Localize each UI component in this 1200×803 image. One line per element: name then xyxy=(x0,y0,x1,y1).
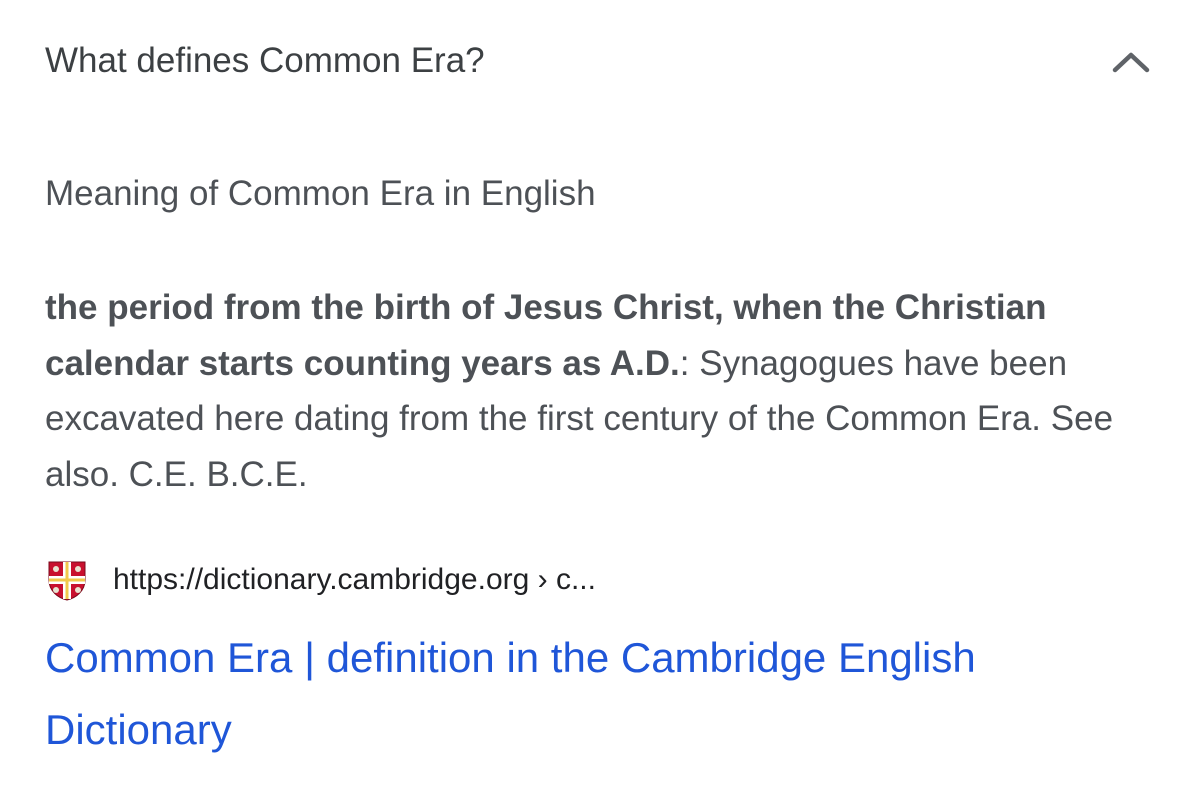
result-title-text[interactable]: Common Era | definition in the Cambridge… xyxy=(45,634,976,753)
featured-question-card: What defines Common Era? Meaning of Comm… xyxy=(0,0,1200,803)
question-toggle-row[interactable]: What defines Common Era? xyxy=(45,34,1155,90)
chevron-up-icon[interactable] xyxy=(1107,42,1155,82)
result-title-link[interactable]: Common Era | definition in the Cambridge… xyxy=(45,622,1145,766)
question-text: What defines Common Era? xyxy=(45,41,485,80)
answer-heading: Meaning of Common Era in English xyxy=(45,174,596,213)
definition-block: the period from the birth of Jesus Chris… xyxy=(45,280,1145,502)
source-url[interactable]: https://dictionary.cambridge.org › c... xyxy=(113,560,596,600)
source-row[interactable]: https://dictionary.cambridge.org › c... xyxy=(45,558,596,602)
definition-separator: : xyxy=(679,343,690,383)
cambridge-shield-icon xyxy=(48,561,86,601)
